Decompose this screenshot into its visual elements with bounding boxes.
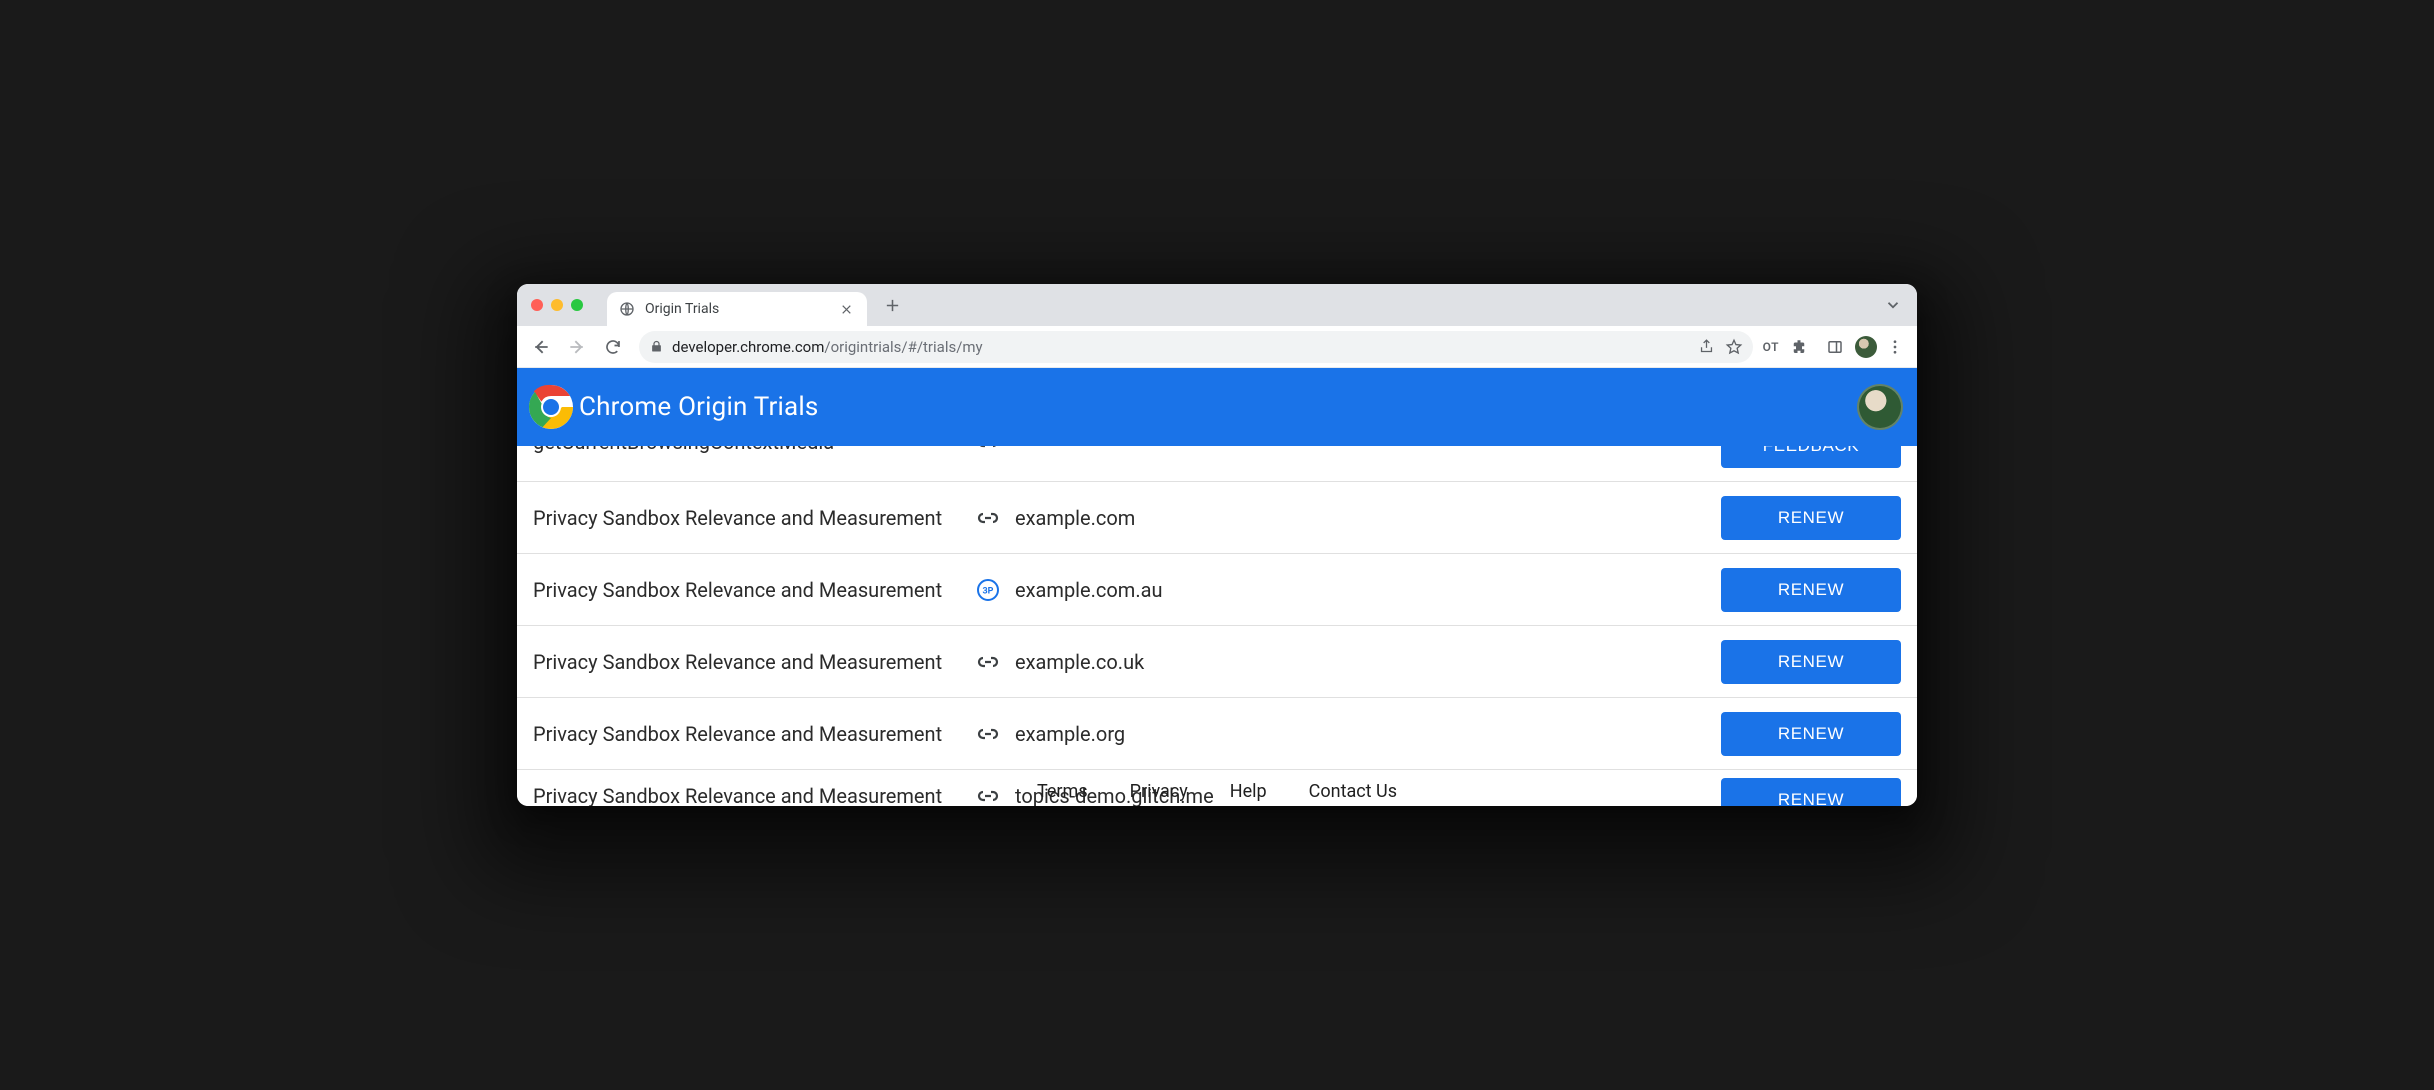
- trial-name: Privacy Sandbox Relevance and Measuremen…: [533, 506, 973, 530]
- trials-list: getCurrentBrowsingContextMedia FEEDBACK …: [517, 446, 1917, 806]
- link-icon: [973, 506, 1003, 530]
- renew-button[interactable]: RENEW: [1721, 712, 1901, 756]
- svg-text:3P: 3P: [983, 586, 994, 596]
- trial-name: Privacy Sandbox Relevance and Measuremen…: [533, 722, 973, 746]
- minimize-window-icon[interactable]: [551, 299, 563, 311]
- address-bar[interactable]: developer.chrome.com/origintrials/#/tria…: [639, 331, 1753, 363]
- renew-button[interactable]: RENEW: [1721, 568, 1901, 612]
- forward-button[interactable]: [561, 331, 593, 363]
- browser-toolbar: developer.chrome.com/origintrials/#/tria…: [517, 326, 1917, 368]
- tab-strip: Origin Trials: [517, 284, 1917, 326]
- star-icon[interactable]: [1725, 338, 1743, 356]
- trial-origin: example.com: [1015, 506, 1721, 530]
- side-panel-icon[interactable]: [1819, 331, 1851, 363]
- link-icon: [973, 784, 1003, 806]
- trial-row[interactable]: Privacy Sandbox Relevance and Measuremen…: [517, 698, 1917, 770]
- close-window-icon[interactable]: [531, 299, 543, 311]
- footer-terms[interactable]: Terms: [1037, 781, 1088, 802]
- footer-help[interactable]: Help: [1230, 781, 1267, 802]
- footer-privacy[interactable]: Privacy: [1130, 781, 1188, 802]
- trial-row[interactable]: Privacy Sandbox Relevance and Measuremen…: [517, 626, 1917, 698]
- back-button[interactable]: [525, 331, 557, 363]
- footer-contact[interactable]: Contact Us: [1309, 781, 1397, 802]
- extensions-icon[interactable]: [1783, 331, 1815, 363]
- globe-icon: [619, 301, 635, 317]
- trial-name: Privacy Sandbox Relevance and Measuremen…: [533, 650, 973, 674]
- maximize-window-icon[interactable]: [571, 299, 583, 311]
- link-icon: [973, 722, 1003, 746]
- trial-origin: example.org: [1015, 722, 1721, 746]
- renew-button[interactable]: RENEW: [1721, 496, 1901, 540]
- trial-row[interactable]: getCurrentBrowsingContextMedia FEEDBACK: [517, 446, 1917, 482]
- trial-name: Privacy Sandbox Relevance and Measuremen…: [533, 784, 973, 806]
- profile-avatar[interactable]: [1855, 336, 1877, 358]
- tabs-dropdown-icon[interactable]: [1879, 291, 1907, 319]
- chrome-logo-icon: [527, 383, 575, 431]
- new-tab-button[interactable]: [877, 290, 907, 320]
- share-icon[interactable]: [1698, 338, 1715, 355]
- site-title: Chrome Origin Trials: [579, 392, 819, 422]
- trial-row[interactable]: Privacy Sandbox Relevance and Measuremen…: [517, 770, 1917, 798]
- link-icon: [973, 446, 1003, 454]
- browser-window: Origin Trials developer.chrome.com: [517, 284, 1917, 806]
- trial-origin: example.co.uk: [1015, 650, 1721, 674]
- lock-icon: [649, 339, 664, 354]
- feedback-button[interactable]: FEEDBACK: [1721, 446, 1901, 468]
- trial-name: getCurrentBrowsingContextMedia: [533, 446, 973, 454]
- trial-row[interactable]: Privacy Sandbox Relevance and Measuremen…: [517, 482, 1917, 554]
- kebab-menu-icon[interactable]: [1881, 333, 1909, 361]
- link-icon: [973, 650, 1003, 674]
- window-controls: [527, 284, 589, 326]
- trial-name: Privacy Sandbox Relevance and Measuremen…: [533, 578, 973, 602]
- third-party-icon: 3P: [973, 578, 1003, 602]
- trial-row[interactable]: Privacy Sandbox Relevance and Measuremen…: [517, 554, 1917, 626]
- renew-button[interactable]: RENEW: [1721, 778, 1901, 806]
- renew-button[interactable]: RENEW: [1721, 640, 1901, 684]
- account-avatar[interactable]: [1857, 384, 1903, 430]
- close-tab-icon[interactable]: [837, 300, 855, 318]
- tab-origin-trials[interactable]: Origin Trials: [607, 292, 867, 326]
- url-text: developer.chrome.com/origintrials/#/tria…: [672, 338, 983, 356]
- profile-pill[interactable]: OT: [1763, 340, 1779, 354]
- tab-title: Origin Trials: [645, 301, 719, 317]
- trial-origin: example.com.au: [1015, 578, 1721, 602]
- site-header: Chrome Origin Trials: [517, 368, 1917, 446]
- reload-button[interactable]: [597, 331, 629, 363]
